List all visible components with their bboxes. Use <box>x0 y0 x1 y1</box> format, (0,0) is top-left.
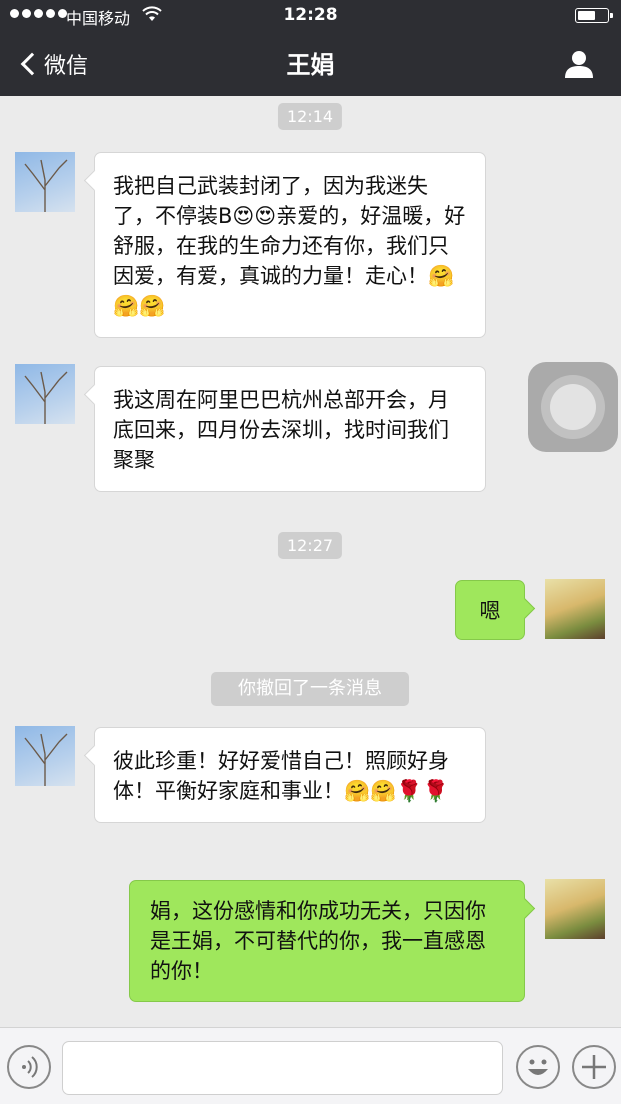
message-text: 我这周在阿里巴巴杭州总部开会，月底回来，四月份去深圳，找时间我们聚聚 <box>113 388 449 472</box>
message-bubble-received[interactable]: 我这周在阿里巴巴杭州总部开会，月底回来，四月份去深圳，找时间我们聚聚 <box>94 366 486 492</box>
message-text: 彼此珍重！好好爱惜自己！照顾好身体！平衡好家庭和事业！🤗🤗🌹🌹 <box>113 749 449 803</box>
my-avatar[interactable] <box>545 879 605 939</box>
message-text: 嗯 <box>479 599 501 623</box>
contact-avatar[interactable] <box>15 152 75 212</box>
timestamp: 12:14 <box>277 103 343 130</box>
message-input[interactable] <box>62 1041 503 1095</box>
message-bubble-received[interactable]: 我把自己武装封闭了，因为我迷失了，不停装B😍😍亲爱的，好温暖，好舒服，在我的生命… <box>94 152 486 338</box>
message-bubble-sent[interactable]: 嗯 <box>455 580 525 640</box>
battery-icon <box>575 8 613 23</box>
recall-notice: 你撤回了一条消息 <box>211 672 409 706</box>
plus-icon <box>582 1055 606 1079</box>
status-time: 12:28 <box>283 5 338 25</box>
voice-icon <box>22 1056 38 1078</box>
assistive-touch-button[interactable] <box>528 362 618 452</box>
emoji-button[interactable] <box>516 1045 560 1089</box>
status-bar: 中国移动 12:28 <box>0 0 621 30</box>
message-bubble-received[interactable]: 彼此珍重！好好爱惜自己！照顾好身体！平衡好家庭和事业！🤗🤗🌹🌹 <box>94 727 486 823</box>
message-text: 我把自己武装封闭了，因为我迷失了，不停装B😍😍亲爱的，好温暖，好舒服，在我的生命… <box>113 174 466 318</box>
contact-avatar[interactable] <box>15 364 75 424</box>
message-bubble-sent[interactable]: 娟，这份感情和你成功无关，只因你是王娟，不可替代的你，我一直感恩的你！ <box>129 880 525 1002</box>
timestamp: 12:27 <box>277 532 343 559</box>
message-text: 娟，这份感情和你成功无关，只因你是王娟，不可替代的你，我一直感恩的你！ <box>150 899 486 983</box>
emoji-icon <box>528 1059 548 1075</box>
input-bar <box>0 1027 621 1104</box>
person-icon <box>565 51 593 78</box>
chat-title: 王娟 <box>286 51 335 79</box>
voice-button[interactable] <box>7 1045 51 1089</box>
more-button[interactable] <box>572 1045 616 1089</box>
profile-button[interactable] <box>563 48 595 80</box>
my-avatar[interactable] <box>545 579 605 639</box>
top-bar: 中国移动 12:28 微信 王娟 <box>0 0 621 96</box>
contact-avatar[interactable] <box>15 726 75 786</box>
